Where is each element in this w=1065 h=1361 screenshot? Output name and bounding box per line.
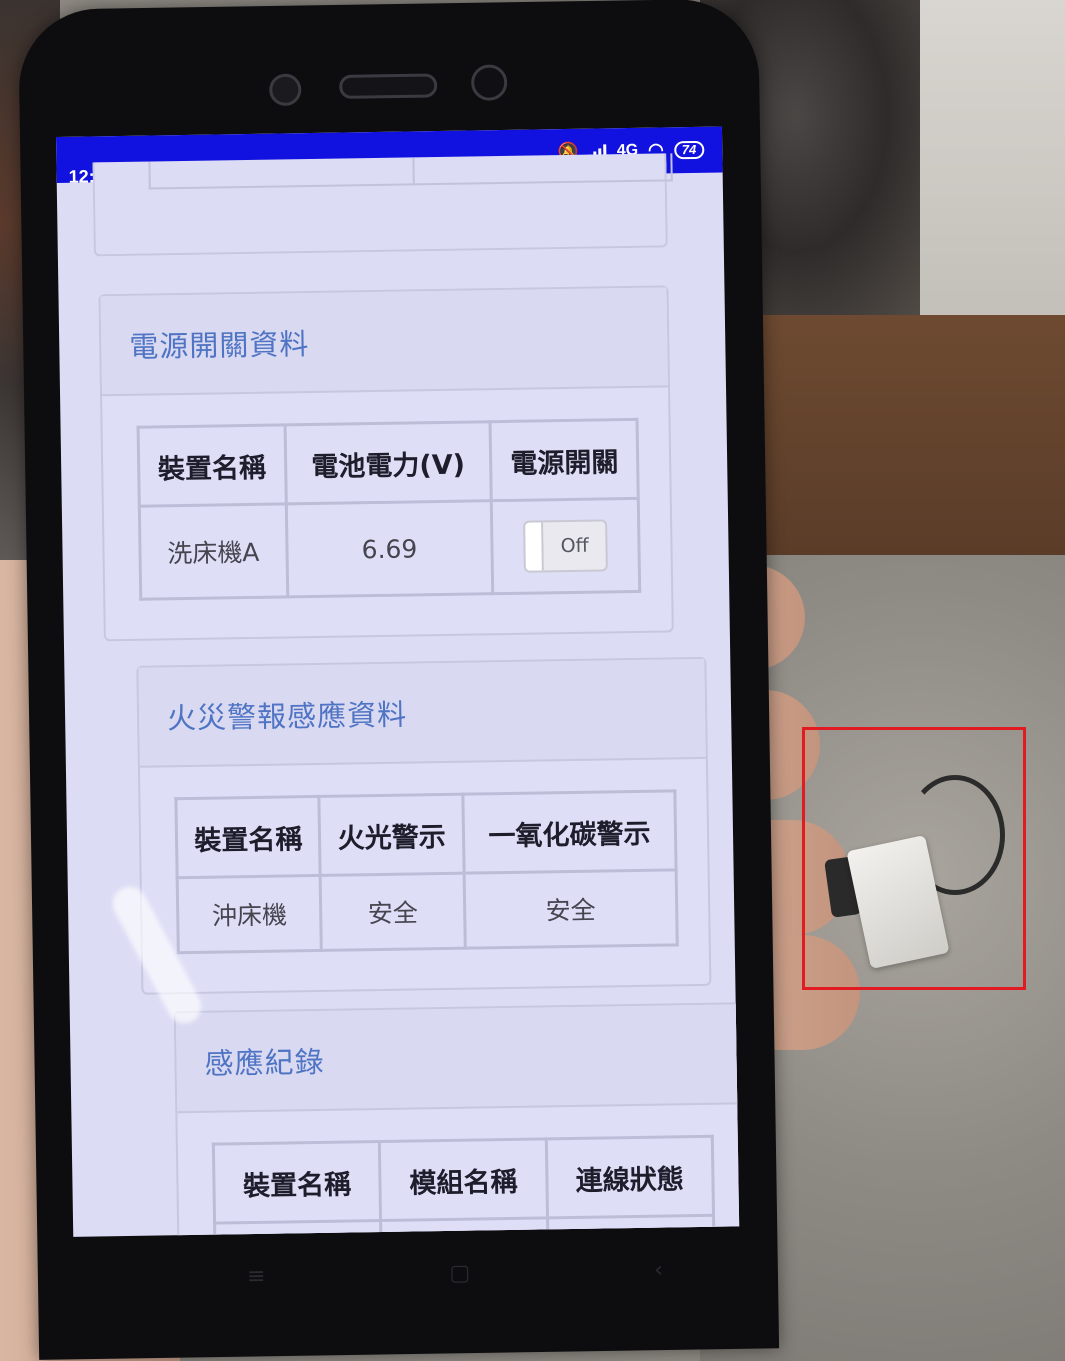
card-body: 裝置名稱 火光警示 一氧化碳警示 沖床機 安全 安全 (140, 759, 709, 993)
toggle-label: Off (560, 534, 589, 558)
card-title: 火災警報感應資料 (166, 697, 408, 736)
column-header: 火光警示 (319, 794, 465, 876)
table-row: 沖床機 安全 安全 (177, 869, 678, 953)
phone-screen: 12:17 🔕 4G ◠ 74 電源開關資料 裝置名稱 (56, 126, 740, 1237)
device-name-cell: 洗床機A (139, 503, 288, 600)
highlight-box (802, 727, 1026, 990)
co-status-cell: 安全 (464, 869, 678, 949)
column-header: 裝置名稱 (175, 796, 321, 878)
column-header: 裝置名稱 (213, 1141, 381, 1224)
battery-icon: 74 (673, 140, 705, 159)
sensor-log-card: 感應紀錄 裝置名稱 模組名稱 連線狀態 (173, 1002, 740, 1237)
card-header: 感應紀錄 (175, 1004, 740, 1114)
power-switch-cell: Off (491, 498, 640, 594)
previous-card (92, 153, 673, 257)
fire-alarm-table: 裝置名稱 火光警示 一氧化碳警示 沖床機 安全 安全 (174, 789, 679, 955)
column-header: 一氧化碳警示 (462, 790, 677, 874)
device-name-cell: 沖床機 (177, 875, 322, 953)
power-toggle[interactable]: Off (523, 519, 609, 573)
table-header-row: 裝置名稱 電池電力(V) 電源開關 (138, 419, 639, 507)
column-header: 裝置名稱 (138, 424, 286, 507)
voltage-cell: 6.69 (285, 500, 494, 597)
sensor-log-table: 裝置名稱 模組名稱 連線狀態 (211, 1134, 717, 1237)
table-header-row: 裝置名稱 模組名稱 連線狀態 (213, 1136, 714, 1224)
earpiece-speaker (339, 73, 438, 99)
power-switch-table: 裝置名稱 電池電力(V) 電源開關 洗床機A 6.69 Off (136, 417, 642, 601)
flame-status-cell: 安全 (320, 873, 466, 951)
android-nav-bar: ≡ ▢ ‹ (154, 1233, 755, 1312)
sensor-icon (470, 64, 508, 101)
fire-alarm-card: 火災警報感應資料 裝置名稱 火光警示 一氧化碳警示 沖床機 安全 安全 (136, 656, 712, 995)
back-icon[interactable]: ‹ (654, 1257, 663, 1282)
card-header: 電源開關資料 (100, 287, 669, 397)
card-title: 電源開關資料 (129, 327, 310, 364)
table-header-row: 裝置名稱 火光警示 一氧化碳警示 (175, 790, 677, 878)
power-switch-card: 電源開關資料 裝置名稱 電池電力(V) 電源開關 洗床機A 6.69 Off (98, 285, 674, 642)
page-content: 電源開關資料 裝置名稱 電池電力(V) 電源開關 洗床機A 6.69 Off 火… (57, 153, 740, 1237)
card-header: 火災警報感應資料 (138, 658, 706, 768)
column-header: 電源開關 (490, 419, 639, 501)
menu-icon[interactable]: ≡ (247, 1263, 266, 1288)
card-body: 裝置名稱 電池電力(V) 電源開關 洗床機A 6.69 Off (102, 387, 672, 639)
card-body: 裝置名稱 模組名稱 連線狀態 (177, 1104, 739, 1237)
background-cabinet (735, 315, 1065, 560)
table-row: 洗床機A 6.69 Off (139, 498, 640, 600)
card-title: 感應紀錄 (204, 1044, 325, 1081)
column-header: 模組名稱 (379, 1138, 548, 1221)
background-wall (920, 0, 1065, 330)
toggle-knob (525, 522, 545, 571)
front-camera-icon (269, 73, 302, 107)
column-header: 電池電力(V) (284, 421, 492, 504)
home-icon[interactable]: ▢ (449, 1260, 470, 1285)
column-header: 連線狀態 (545, 1136, 714, 1218)
